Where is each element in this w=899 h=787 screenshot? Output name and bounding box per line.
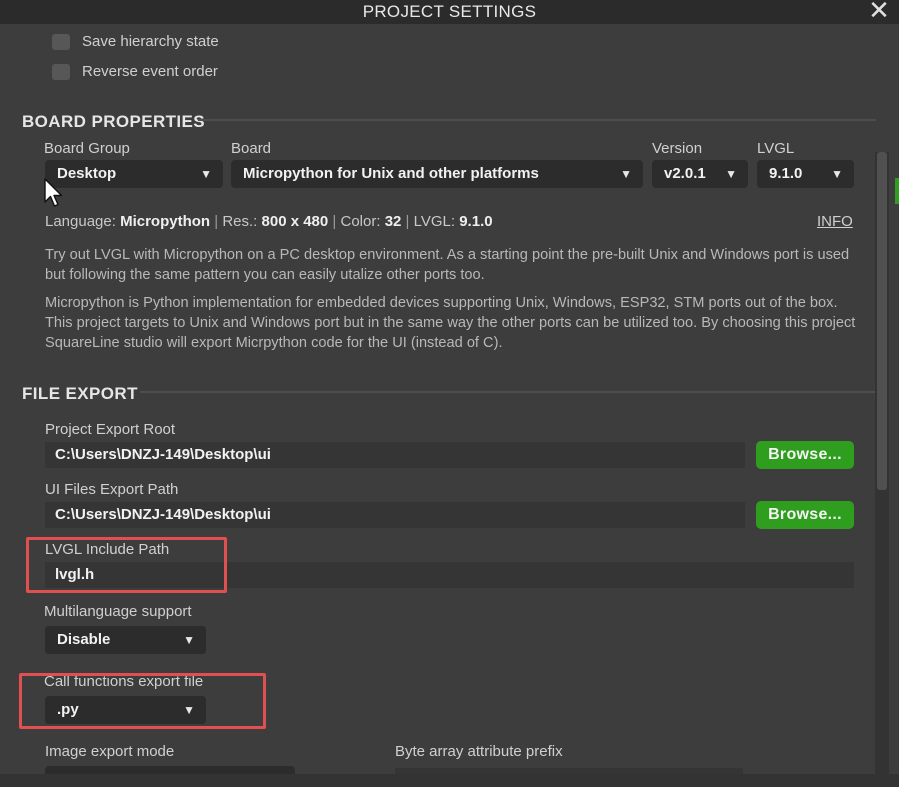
byte-array-attribute-prefix-label: Byte array attribute prefix xyxy=(395,743,563,760)
reverse-event-order-label: Reverse event order xyxy=(82,63,218,80)
multilanguage-support-select[interactable]: Disable ▼ xyxy=(45,626,206,654)
project-export-root-label: Project Export Root xyxy=(45,421,176,438)
reverse-event-order-checkbox[interactable] xyxy=(52,64,70,80)
version-label: Version xyxy=(652,140,703,157)
color-value: 32 xyxy=(384,213,402,230)
ui-files-export-path-browse-button[interactable]: Browse... xyxy=(756,501,854,529)
multilanguage-support-label: Multilanguage support xyxy=(44,603,192,620)
image-export-mode-select[interactable] xyxy=(45,766,295,774)
board-summary: Language: Micropython | Res.: 800 x 480 … xyxy=(45,213,493,230)
board-label: Board xyxy=(231,140,272,157)
window-title: PROJECT SETTINGS xyxy=(362,2,537,21)
save-hierarchy-label: Save hierarchy state xyxy=(82,33,219,50)
footer-bar xyxy=(0,774,899,787)
mouse-pointer-icon xyxy=(44,178,63,207)
color-label: Color: xyxy=(340,213,381,230)
board-group-label: Board Group xyxy=(44,140,130,157)
chevron-down-icon: ▼ xyxy=(200,167,212,181)
lvgl-value: 9.1.0 xyxy=(769,165,803,182)
section-divider xyxy=(198,119,876,121)
chevron-down-icon: ▼ xyxy=(620,167,632,181)
image-export-mode-label: Image export mode xyxy=(45,743,175,760)
lvgl-summary-label: LVGL: xyxy=(413,213,456,230)
background-accent-sliver xyxy=(895,178,899,204)
res-value: 800 x 480 xyxy=(261,213,329,230)
multilanguage-support-value: Disable xyxy=(57,631,111,648)
board-properties-heading: BOARD PROPERTIES xyxy=(22,112,206,131)
board-group-select[interactable]: Desktop ▼ xyxy=(45,160,223,188)
board-group-value: Desktop xyxy=(57,165,117,182)
chevron-down-icon: ▼ xyxy=(183,633,195,647)
language-value: Micropython xyxy=(120,213,211,230)
info-link[interactable]: INFO xyxy=(817,213,853,230)
version-select[interactable]: v2.0.1 ▼ xyxy=(652,160,748,188)
highlight-box xyxy=(19,673,266,729)
scrollbar-thumb[interactable] xyxy=(877,152,887,490)
project-export-root-browse-button[interactable]: Browse... xyxy=(756,441,854,469)
board-description-1: Try out LVGL with Micropython on a PC de… xyxy=(45,247,850,283)
board-value: Micropython for Unix and other platforms xyxy=(243,165,539,182)
close-icon[interactable]: ✕ xyxy=(866,0,892,23)
highlight-box xyxy=(26,537,227,593)
res-label: Res.: xyxy=(222,213,258,230)
project-export-root-input[interactable]: C:\Users\DNZJ-149\Desktop\ui xyxy=(45,442,745,468)
chevron-down-icon: ▼ xyxy=(725,167,737,181)
ui-files-export-path-input[interactable]: C:\Users\DNZJ-149\Desktop\ui xyxy=(45,502,745,528)
summary-separator: | xyxy=(405,213,410,230)
summary-separator: | xyxy=(214,213,219,230)
save-hierarchy-checkbox[interactable] xyxy=(52,34,70,50)
chevron-down-icon: ▼ xyxy=(831,167,843,181)
version-value: v2.0.1 xyxy=(664,165,706,182)
board-select[interactable]: Micropython for Unix and other platforms… xyxy=(231,160,643,188)
ui-files-export-path-label: UI Files Export Path xyxy=(45,481,179,498)
file-export-heading: FILE EXPORT xyxy=(22,384,138,403)
summary-separator: | xyxy=(332,213,337,230)
section-divider xyxy=(140,391,876,393)
lvgl-select[interactable]: 9.1.0 ▼ xyxy=(757,160,854,188)
lvgl-summary-value: 9.1.0 xyxy=(459,213,493,230)
board-description-2: Micropython is Python implementation for… xyxy=(45,295,856,351)
language-label: Language: xyxy=(45,213,116,230)
lvgl-label: LVGL xyxy=(757,140,795,157)
